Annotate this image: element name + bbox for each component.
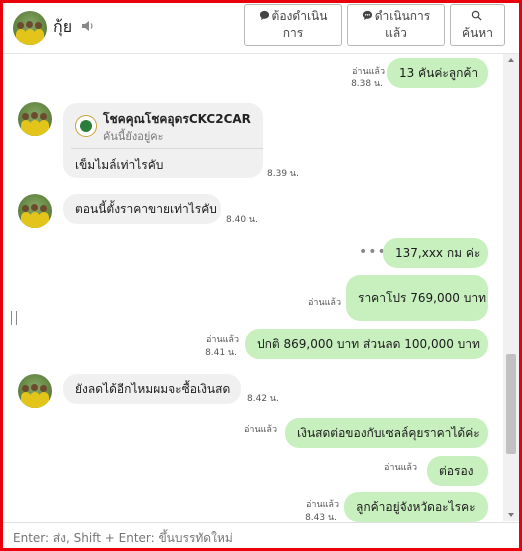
pending-label-2: การ (282, 26, 304, 40)
pending-button[interactable]: ต้องดำเนินการ (244, 4, 342, 46)
composer (3, 522, 519, 548)
speaker-icon[interactable] (81, 19, 95, 33)
read-status: อ่านแล้ว (308, 298, 341, 308)
message-bubble[interactable]: ปกติ 869,000 บาท ส่วนลด 100,000 บาท (245, 329, 488, 359)
message-input[interactable] (11, 524, 515, 548)
message-bubble[interactable]: ลูกค้าอยู่จังหวัดอะไรคะ (344, 492, 488, 522)
chat-dots-icon (362, 10, 372, 21)
message-time: 8.41 น. (205, 348, 237, 358)
contact-avatar[interactable] (18, 194, 52, 228)
divider (71, 148, 263, 149)
message-time: 8.39 น. (267, 169, 299, 179)
read-status: อ่านแล้ว (384, 463, 417, 473)
read-status: อ่านแล้ว (244, 425, 277, 435)
message-text: เข็มไมล์เท่าไรคับ (75, 158, 164, 172)
scroll-down-arrow-icon[interactable] (508, 513, 514, 517)
resize-handle[interactable] (11, 311, 17, 325)
search-icon (471, 10, 482, 21)
message-list[interactable]: อ่านแล้ว 8.38 น. 13 คันค่ะลูกค้า โชคคุณโ… (3, 54, 503, 523)
message-bubble[interactable]: ยังลดได้อีกไหมผมจะซื้อเงินสด (63, 374, 241, 404)
scroll-up-arrow-icon[interactable] (508, 58, 514, 62)
in-progress-label-2: แล้ว (385, 26, 407, 40)
message-bubble[interactable]: 137,xxx กม ค่ะ (383, 238, 488, 268)
read-status: อ่านแล้ว (206, 335, 239, 345)
message-bubble[interactable]: ต่อรอง (427, 456, 488, 486)
search-label: ค้นหา (462, 26, 493, 40)
in-progress-button[interactable]: ดำเนินการแล้ว (347, 4, 445, 46)
message-bubble[interactable]: เงินสดต่อของกับเซลล์คุยราคาได้ค่ะ (285, 418, 488, 448)
reply-card-message[interactable]: โชคคุณโชคอุดรCKC2CAR คันนี้ยังอยู่คะ เข็… (63, 103, 263, 178)
message-time: 8.38 น. (351, 79, 383, 89)
scrollbar[interactable] (503, 54, 519, 521)
chat-bubble-icon (259, 10, 269, 21)
message-bubble[interactable]: ราคาโปร 769,000 บาท (346, 275, 488, 321)
pending-label: ต้องดำเนิน (271, 9, 328, 23)
contact-avatar[interactable] (18, 102, 52, 136)
contact-avatar[interactable] (13, 11, 47, 45)
message-time: 8.40 น. (226, 215, 258, 225)
scrollbar-thumb[interactable] (506, 354, 516, 454)
card-subtitle: คันนี้ยังอยู่คะ (103, 130, 164, 143)
contact-name: กุ้ย (53, 17, 73, 36)
chat-window: กุ้ย ต้องดำเนินการ ดำเนินการแล้ว ค้นหา อ… (0, 0, 522, 551)
message-bubble[interactable]: 13 คันค่ะลูกค้า (387, 58, 488, 88)
search-button[interactable]: ค้นหา (450, 4, 505, 46)
message-time: 8.42 น. (247, 394, 279, 404)
read-status: อ่านแล้ว (352, 67, 385, 77)
chat-header: กุ้ย ต้องดำเนินการ ดำเนินการแล้ว ค้นหา (3, 3, 519, 54)
read-status: อ่านแล้ว (306, 500, 339, 510)
shop-logo-icon (75, 115, 97, 137)
message-bubble[interactable]: ตอนนี้ตั้งราคาขายเท่าไรคับ (63, 194, 221, 224)
contact-avatar[interactable] (18, 374, 52, 408)
in-progress-label: ดำเนินการ (374, 9, 431, 23)
